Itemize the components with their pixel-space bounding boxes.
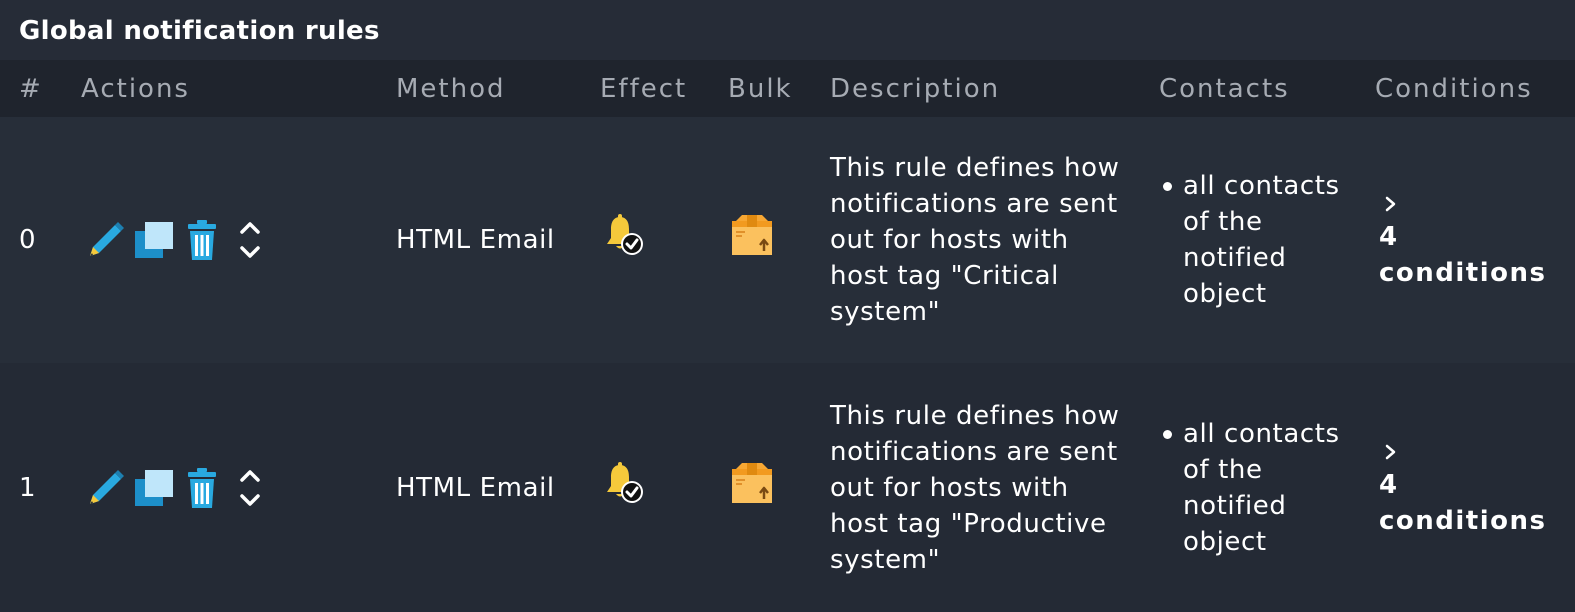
rule-number: 1: [19, 472, 37, 503]
rule-description: This rule defines how notifications are …: [830, 117, 1159, 363]
conditions-count: 4: [1379, 469, 1399, 500]
header-actions: Actions: [81, 73, 190, 104]
table-row: 1 HTML Email This rule defines how notif…: [0, 363, 1575, 612]
rule-contacts: all contacts of the notified object: [1159, 363, 1375, 612]
delete-icon[interactable]: [180, 218, 224, 262]
contacts-list: all contacts of the notified object: [1159, 416, 1375, 560]
clone-icon[interactable]: [132, 466, 176, 510]
rule-actions: [81, 363, 396, 612]
contact-item: all contacts of the notified object: [1163, 416, 1353, 560]
conditions-count: 4: [1379, 222, 1399, 252]
bell-check-icon: [600, 211, 648, 259]
rule-conditions: 4 conditions: [1375, 117, 1575, 363]
chevron-right-icon: [1385, 444, 1396, 459]
rule-description-text: This rule defines how notifications are …: [830, 400, 1120, 575]
conditions-toggle[interactable]: 4 conditions: [1375, 189, 1575, 291]
contacts-list: all contacts of the notified object: [1159, 168, 1375, 312]
rule-effect: [600, 117, 728, 363]
box-icon: [728, 459, 776, 507]
table-header-row: # Actions Method Effect Bulk Description…: [0, 60, 1575, 117]
notification-rules-panel: Global notification rules # Actions Meth…: [0, 0, 1575, 612]
header-contacts: Contacts: [1159, 73, 1290, 104]
header-bulk: Bulk: [728, 73, 793, 104]
header-effect: Effect: [600, 73, 688, 104]
rule-description-text: This rule defines how notifications are …: [830, 153, 1120, 327]
rule-description: This rule defines how notifications are …: [830, 363, 1159, 612]
delete-icon[interactable]: [180, 466, 224, 510]
rule-method: HTML Email: [396, 225, 555, 255]
conditions-label: conditions: [1379, 258, 1547, 288]
header-conditions: Conditions: [1375, 73, 1533, 104]
header-method: Method: [396, 73, 506, 104]
table-row: 0 HTML Email This rule defines how notif…: [0, 117, 1575, 363]
box-icon: [728, 211, 776, 259]
rule-actions: [81, 117, 396, 363]
panel-header: Global notification rules: [0, 0, 1575, 60]
rule-number: 0: [19, 225, 37, 255]
panel-title: Global notification rules: [19, 16, 380, 46]
bell-check-icon: [600, 459, 648, 507]
chevron-right-icon: [1385, 196, 1396, 212]
rule-conditions: 4 conditions: [1375, 363, 1575, 612]
move-icon[interactable]: [228, 218, 272, 262]
conditions-label: conditions: [1379, 505, 1547, 536]
edit-icon[interactable]: [84, 466, 128, 510]
edit-icon[interactable]: [84, 218, 128, 262]
rule-contacts: all contacts of the notified object: [1159, 117, 1375, 363]
move-icon[interactable]: [228, 466, 272, 510]
contact-item: all contacts of the notified object: [1163, 168, 1353, 312]
rule-method: HTML Email: [396, 472, 555, 503]
rule-effect: [600, 363, 728, 612]
rule-bulk: [728, 363, 830, 612]
header-description: Description: [830, 73, 1001, 104]
clone-icon[interactable]: [132, 218, 176, 262]
conditions-toggle[interactable]: 4 conditions: [1375, 437, 1575, 539]
rule-bulk: [728, 117, 830, 363]
rules-table: # Actions Method Effect Bulk Description…: [0, 60, 1575, 612]
header-num: #: [19, 73, 43, 104]
